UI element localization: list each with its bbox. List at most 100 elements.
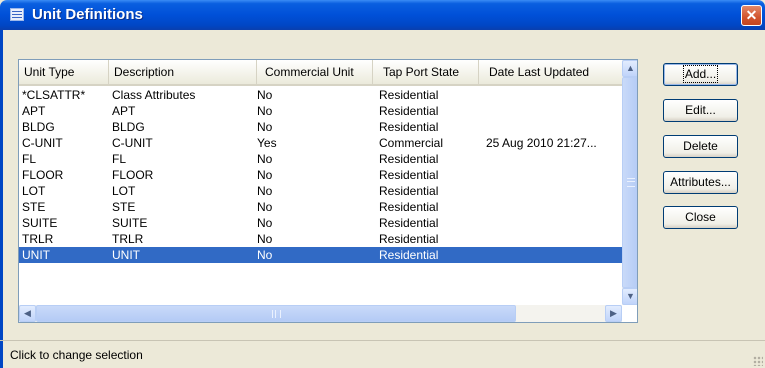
vertical-scrollbar[interactable]: ▲ ▼ — [622, 60, 637, 305]
delete-button[interactable]: Delete — [663, 135, 738, 158]
resize-grip-icon[interactable] — [753, 356, 763, 366]
table-cell — [486, 151, 621, 167]
table-cell: Residential — [379, 168, 439, 182]
table-cell: No — [257, 200, 273, 214]
table-cell: No — [257, 216, 273, 230]
table-cell: No — [257, 232, 273, 246]
scroll-grip-icon — [627, 178, 635, 187]
chevron-up-icon: ▲ — [626, 63, 635, 73]
table-cell: No — [257, 184, 273, 198]
scroll-left-button[interactable]: ◀ — [19, 305, 36, 322]
grid-table-icon — [10, 8, 24, 21]
status-bar: Click to change selection — [3, 341, 765, 368]
add-button[interactable]: Add... — [663, 63, 738, 86]
column-header-tap-port-state[interactable]: Tap Port State — [373, 60, 479, 84]
chevron-down-icon: ▼ — [626, 291, 635, 301]
table-cell — [486, 103, 621, 119]
edit-button-label: Edit... — [685, 103, 716, 117]
scroll-down-button[interactable]: ▼ — [622, 288, 637, 305]
window-title: Unit Definitions — [32, 6, 143, 23]
table-row[interactable]: SUITE SUITE No Residential — [19, 215, 622, 231]
unit-list[interactable]: Unit Type Description Commercial Unit Ta… — [18, 59, 638, 323]
close-window-button[interactable]: ✕ — [741, 5, 762, 26]
window-frame — [0, 30, 3, 368]
table-cell: C-UNIT — [112, 136, 153, 150]
table-cell: Residential — [379, 216, 439, 230]
column-header-date-last-updated[interactable]: Date Last Updated — [479, 60, 622, 84]
list-rows: *CLSATTR* Class Attributes No Residential AP… — [19, 87, 622, 263]
table-row[interactable]: *CLSATTR* Class Attributes No Residential — [19, 87, 622, 103]
table-cell: Residential — [379, 200, 439, 214]
table-cell: Residential — [379, 88, 439, 102]
table-cell: No — [257, 152, 273, 166]
scroll-grip-icon — [272, 310, 281, 318]
table-cell: Residential — [379, 248, 439, 262]
table-cell: TRLR — [22, 232, 54, 246]
table-cell: TRLR — [112, 232, 144, 246]
table-cell: No — [257, 168, 273, 182]
list-header: Unit Type Description Commercial Unit Ta… — [19, 60, 622, 86]
table-cell: FLOOR — [22, 168, 64, 182]
horizontal-scroll-thumb[interactable] — [36, 305, 516, 322]
table-cell — [486, 199, 621, 215]
table-cell: BLDG — [112, 120, 145, 134]
table-cell — [486, 247, 621, 263]
table-cell: Residential — [379, 152, 439, 166]
title-bar[interactable]: Unit Definitions ✕ — [0, 0, 765, 30]
table-row[interactable]: APT APT No Residential — [19, 103, 622, 119]
table-cell: SUITE — [22, 216, 58, 230]
table-cell: No — [257, 104, 273, 118]
table-cell: SUITE — [112, 216, 148, 230]
table-cell: Yes — [257, 136, 277, 150]
vertical-scroll-thumb[interactable] — [622, 77, 637, 288]
table-cell: 25 Aug 2010 21:27... — [486, 136, 597, 150]
table-row[interactable]: BLDG BLDG No Residential — [19, 119, 622, 135]
table-row[interactable]: UNIT UNIT No Residential — [19, 247, 622, 263]
table-row[interactable]: STE STE No Residential — [19, 199, 622, 215]
column-header-commercial-unit[interactable]: Commercial Unit — [257, 60, 373, 84]
attributes-button-label: Attributes... — [670, 175, 731, 189]
table-cell — [486, 119, 621, 135]
table-cell: LOT — [112, 184, 136, 198]
column-header-unit-type[interactable]: Unit Type — [19, 60, 109, 84]
table-cell: Residential — [379, 232, 439, 246]
table-cell: UNIT — [112, 248, 140, 262]
table-cell — [486, 231, 621, 247]
table-row[interactable]: FLOOR FLOOR No Residential — [19, 167, 622, 183]
attributes-button[interactable]: Attributes... — [663, 171, 738, 194]
chevron-right-icon: ▶ — [610, 308, 617, 318]
table-cell: Residential — [379, 120, 439, 134]
table-cell — [486, 215, 621, 231]
horizontal-scrollbar[interactable]: ◀ ▶ — [19, 305, 622, 322]
table-cell: LOT — [22, 184, 46, 198]
table-cell: STE — [112, 200, 136, 214]
edit-button[interactable]: Edit... — [663, 99, 738, 122]
table-cell: Commercial — [379, 136, 444, 150]
table-cell: Residential — [379, 184, 439, 198]
close-icon: ✕ — [745, 7, 758, 23]
table-row[interactable]: TRLR TRLR No Residential — [19, 231, 622, 247]
delete-button-label: Delete — [683, 139, 718, 153]
add-button-label: Add... — [682, 65, 719, 83]
table-cell: No — [257, 120, 273, 134]
status-text: Click to change selection — [10, 348, 143, 362]
table-cell — [486, 183, 621, 199]
close-button[interactable]: Close — [663, 206, 738, 229]
table-cell: FL — [22, 152, 37, 166]
table-cell: STE — [22, 200, 46, 214]
table-cell: UNIT — [22, 248, 50, 262]
column-header-description[interactable]: Description — [109, 60, 257, 84]
scroll-right-button[interactable]: ▶ — [605, 305, 622, 322]
table-row[interactable]: LOT LOT No Residential — [19, 183, 622, 199]
table-cell — [486, 167, 621, 183]
table-cell: No — [257, 88, 273, 102]
table-cell: APT — [112, 104, 136, 118]
table-cell: FLOOR — [112, 168, 154, 182]
table-row[interactable]: FL FL No Residential — [19, 151, 622, 167]
scroll-up-button[interactable]: ▲ — [622, 60, 637, 77]
table-cell: *CLSATTR* — [22, 88, 86, 102]
table-row[interactable]: C-UNIT C-UNIT Yes Commercial 25 Aug 2010 21:… — [19, 135, 622, 151]
chevron-left-icon: ◀ — [24, 308, 31, 318]
table-cell: Residential — [379, 104, 439, 118]
table-cell: No — [257, 248, 273, 262]
